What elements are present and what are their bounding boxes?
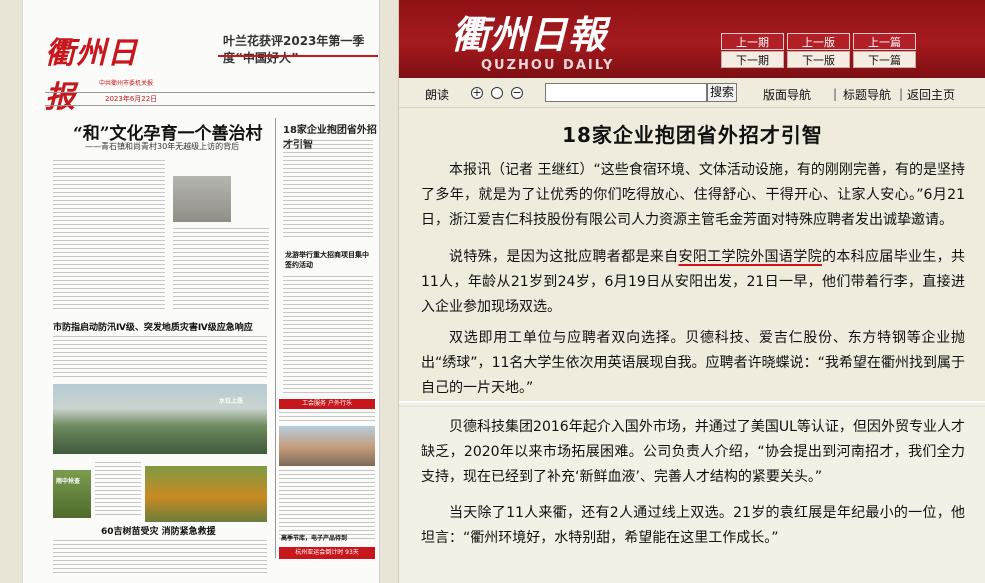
paper-text-column[interactable] [53,336,267,380]
article-paragraph: 贝德科技集团2016年起介入国外市场，并通过了美国UL等认证，但因外贸专业人才缺… [421,419,965,485]
paper-banner: 杭州亚运会倒计时 93天 [279,547,375,559]
paper-bottom-right-headline[interactable]: 高季节库，电子产品待到 [281,533,347,542]
newspaper-page-image[interactable]: 衢州日报 中共衢州市委机关报 叶兰花获评2023年第一季度“中国好人” 2023… [22,0,380,583]
prev-page-button[interactable]: 上一版 [787,33,850,50]
prev-issue-button[interactable]: 上一期 [721,33,784,50]
divider [218,55,378,57]
home-link[interactable]: 返回主页 [907,86,955,103]
separator: | [899,87,904,101]
paper-text-column[interactable] [283,276,373,394]
paper-text-column[interactable] [173,228,269,312]
search-input[interactable] [545,83,707,102]
paper-bottom-headline[interactable]: 60吉树苗受灾 消防紧急救援 [101,524,216,537]
paper-banner: 工会服务 户外行乐 [279,399,375,409]
article-body: 18家企业抱团省外招才引智 本报讯（记者 王继红）“这些食宿环境、文体活动设施，… [399,108,985,583]
paper-text-column[interactable] [283,140,373,240]
paper-lead-subhead: ——青石镇和尚青村30年无越级上访的背后 [85,142,240,151]
next-page-button[interactable]: 下一版 [787,51,850,68]
paper-photo[interactable] [53,384,267,454]
zoom-in-icon[interactable]: + [471,87,483,99]
site-logo: 衢州日報 [451,12,608,57]
zoom-out-icon[interactable]: − [511,87,523,99]
paper-date: 2023年6月22日 [105,95,158,103]
paper-text-column[interactable] [279,412,375,424]
search-button[interactable]: 搜索 [707,83,737,102]
zoom-reset-icon[interactable] [491,87,503,99]
paper-flood-headline[interactable]: 市防指启动防汛Ⅳ级、突发地质灾害Ⅳ级应急响应 [53,320,253,333]
paper-text-column[interactable] [279,470,375,542]
read-aloud-button[interactable]: 朗读 [425,86,449,103]
paper-photo-caption: 水位上涨 [219,398,244,405]
paper-photo[interactable] [173,176,231,222]
paper-photo-caption: 雨中抢查 [56,478,81,485]
next-issue-button[interactable]: 下一期 [721,51,784,68]
column-divider [275,118,276,558]
paper-text-column[interactable] [53,540,267,576]
paper-text-column[interactable] [53,160,165,310]
paper-date-strip: 2023年6月22日 [45,92,375,106]
prev-article-button[interactable]: 上一篇 [853,33,916,50]
article-paragraph: 双选即用工单位与应聘者双向选择。贝德科技、爱吉仁股份、东方特钢等企业抛出“绣球”… [421,330,965,396]
paper-text-column[interactable] [95,462,141,518]
article-paragraph: 本报讯（记者 王继红）“这些食宿环境、文体活动设施，有的刚刚完善，有的是坚持了多… [421,162,965,228]
article-paragraph: 当天除了11人来衢，还有2人通过线上双选。21岁的袁红展是年纪最小的一位，他坦言… [421,505,965,546]
screen: 衢州日报 中共衢州市委机关报 叶兰花获评2023年第一季度“中国好人” 2023… [0,0,985,583]
next-article-button[interactable]: 下一篇 [853,51,916,68]
paper-top-headline[interactable]: 叶兰花获评2023年第一季度“中国好人” [223,32,379,66]
highlighted-school-name: 安阳工学院外国语学院 [678,249,822,265]
paper-masthead-logo: 衢州日报 [45,36,138,115]
paper-masthead-sub: 中共衢州市委机关报 [99,80,154,87]
separator: | [833,87,838,101]
page-nav-link[interactable]: 版面导航 [763,86,811,103]
title-nav-link[interactable]: 标题导航 [843,86,891,103]
site-logo-subtitle: QUZHOU DAILY [481,58,615,73]
header-banner: 衢州日報 QUZHOU DAILY 上一期 下一期 上一版 下一版 上一篇 下一… [399,0,985,78]
article-pane: 衢州日報 QUZHOU DAILY 上一期 下一期 上一版 下一版 上一篇 下一… [398,0,985,583]
paper-photo[interactable] [145,466,267,522]
article-lower-section: 贝德科技集团2016年起介入国外市场，并通过了美国UL等认证，但因外贸专业人才缺… [399,407,985,583]
toolbar: 朗读 + − 搜索 版面导航 | 标题导航 | 返回主页 [399,78,985,108]
paper-side-headline-2[interactable]: 龙游举行重大招商项目集中签约活动 [285,250,373,270]
paper-photo[interactable] [279,426,375,466]
article-title: 18家企业抱团省外招才引智 [562,123,823,147]
article-paragraph: 说特殊，是因为这批应聘者都是来自安阳工学院外国语学院的本科应届毕业生，共11人，… [421,245,965,320]
paragraph-text: 说特殊，是因为这批应聘者都是来自 [449,249,679,265]
